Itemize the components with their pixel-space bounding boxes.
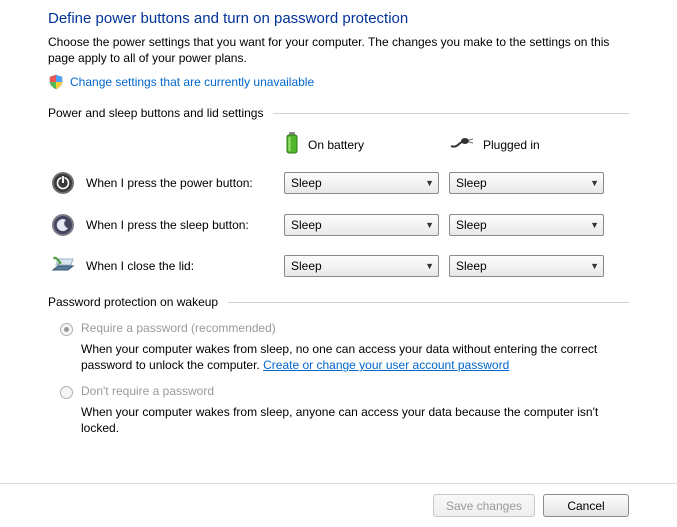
power-plugged-select[interactable]: Sleep ▼ [449,172,604,194]
chevron-down-icon: ▼ [425,220,434,230]
dont-require-password-label: Don't require a password [81,384,214,398]
sleep-button-label: When I press the sleep button: [78,218,284,232]
power-battery-select[interactable]: Sleep ▼ [284,172,439,194]
save-changes-button: Save changes [433,494,535,517]
create-change-password-link[interactable]: Create or change your user account passw… [263,358,509,372]
chevron-down-icon: ▼ [425,261,434,271]
require-password-desc: When your computer wakes from sleep, no … [81,341,629,373]
section-buttons-lid-title: Power and sleep buttons and lid settings [48,106,263,120]
dont-require-password-radio [60,386,73,399]
lid-plugged-select[interactable]: Sleep ▼ [449,255,604,277]
require-password-label: Require a password (recommended) [81,321,276,335]
change-settings-link[interactable]: Change settings that are currently unava… [70,75,314,89]
divider [228,302,629,303]
cancel-button[interactable]: Cancel [543,494,629,517]
chevron-down-icon: ▼ [425,178,434,188]
select-value: Sleep [456,176,487,190]
page-description: Choose the power settings that you want … [48,35,629,66]
chevron-down-icon: ▼ [590,261,599,271]
dont-require-password-desc: When your computer wakes from sleep, any… [81,404,629,436]
sleep-battery-select[interactable]: Sleep ▼ [284,214,439,236]
shield-icon [48,74,64,90]
col-battery-label: On battery [308,138,364,152]
power-button-label: When I press the power button: [78,176,284,190]
sleep-plugged-select[interactable]: Sleep ▼ [449,214,604,236]
col-plugged-label: Plugged in [483,138,540,152]
lid-label: When I close the lid: [78,259,284,273]
lid-battery-select[interactable]: Sleep ▼ [284,255,439,277]
select-value: Sleep [456,259,487,273]
select-value: Sleep [291,259,322,273]
plug-icon [449,136,475,153]
chevron-down-icon: ▼ [590,220,599,230]
select-value: Sleep [456,218,487,232]
page-title: Define power buttons and turn on passwor… [48,10,629,27]
battery-icon [284,132,300,157]
divider [273,113,629,114]
lid-icon [48,256,78,276]
power-button-icon [48,171,78,195]
sleep-button-icon [48,213,78,237]
chevron-down-icon: ▼ [590,178,599,188]
select-value: Sleep [291,176,322,190]
select-value: Sleep [291,218,322,232]
section-password-title: Password protection on wakeup [48,295,218,309]
require-password-radio [60,323,73,336]
